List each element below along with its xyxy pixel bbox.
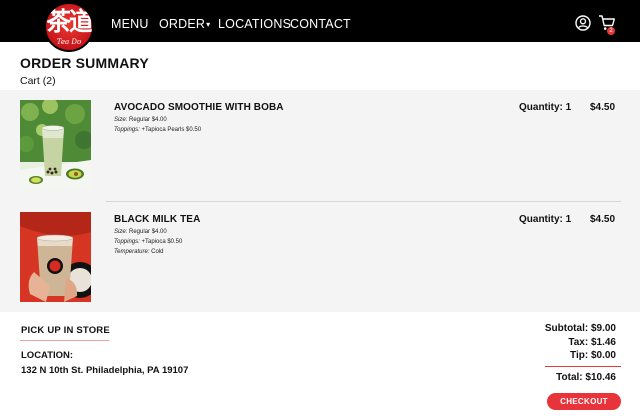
item-quantity: Quantity: 1 [519, 102, 572, 113]
nav-order-label: ORDER [159, 17, 206, 31]
option-key: Temperature: [114, 249, 150, 255]
item-option-temperature: Temperature: Cold [114, 249, 163, 255]
page-title: ORDER SUMMARY [20, 55, 149, 71]
logo-glyph: 茶道 [46, 7, 93, 36]
item-quantity: Quantity: 1 [519, 214, 572, 225]
option-value: Regular $4.00 [129, 229, 167, 235]
option-key: Toppings: [114, 127, 140, 133]
tip-value: Tip: $0.00 [570, 350, 616, 361]
avocado-smoothie-photo[interactable] [20, 100, 91, 190]
item-option-size: Size: Regular $4.00 [114, 229, 167, 235]
option-value: Regular $4.00 [129, 117, 167, 123]
option-value: Cold [151, 249, 164, 255]
item-name: BLACK MILK TEA [114, 214, 201, 225]
cart-item: AVOCADO SMOOTHIE WITH BOBA Size: Regular… [0, 100, 640, 200]
subtotal-value: Subtotal: $9.00 [544, 323, 616, 334]
cart-count-badge: 2 [607, 27, 615, 35]
tax-value: Tax: $1.46 [568, 337, 616, 348]
summary-divider [545, 366, 621, 367]
item-option-toppings: Toppings: +Tapioca $0.50 [114, 239, 182, 245]
logo-script: Tea Do [56, 38, 82, 46]
checkout-button[interactable]: CHECKOUT [547, 393, 621, 410]
nav-menu-link[interactable]: MENU [111, 17, 149, 31]
location-address: 132 N 10th St. Philadelphia, PA 19107 [21, 365, 189, 376]
option-key: Size: [114, 117, 128, 123]
item-price: $4.50 [590, 102, 616, 113]
cart-item: BLACK MILK TEA Size: Regular $4.00 Toppi… [0, 212, 640, 312]
option-key: Toppings: [114, 239, 140, 245]
item-name: AVOCADO SMOOTHIE WITH BOBA [114, 102, 284, 113]
nav-order-dropdown[interactable]: ORDER▾ [159, 17, 210, 31]
pickup-method-title: PICK UP IN STORE [21, 325, 110, 336]
chevron-down-icon: ▾ [206, 20, 211, 29]
top-nav: 茶道 Tea Do MENU ORDER▾ LOCATIONS CONTACT … [0, 0, 640, 52]
location-label: LOCATION: [21, 350, 74, 361]
item-divider [106, 201, 621, 202]
cart-count-label: Cart (2) [20, 75, 56, 87]
option-value: +Tapioca $0.50 [141, 239, 183, 245]
item-option-toppings: Toppings: +Tapioca Pearls $0.50 [114, 127, 201, 133]
nav-locations-link[interactable]: LOCATIONS [218, 17, 291, 31]
nav-contact-link[interactable]: CONTACT [290, 17, 351, 31]
total-value: Total: $10.46 [556, 372, 616, 383]
black-milk-tea-photo[interactable] [20, 212, 91, 302]
brand-logo[interactable]: 茶道 Tea Do [44, 2, 94, 52]
option-value: +Tapioca Pearls $0.50 [141, 127, 202, 133]
item-option-size: Size: Regular $4.00 [114, 117, 167, 123]
pickup-underline [20, 340, 109, 341]
option-key: Size: [114, 229, 128, 235]
user-circle-icon[interactable] [575, 15, 591, 31]
item-price: $4.50 [590, 214, 616, 225]
